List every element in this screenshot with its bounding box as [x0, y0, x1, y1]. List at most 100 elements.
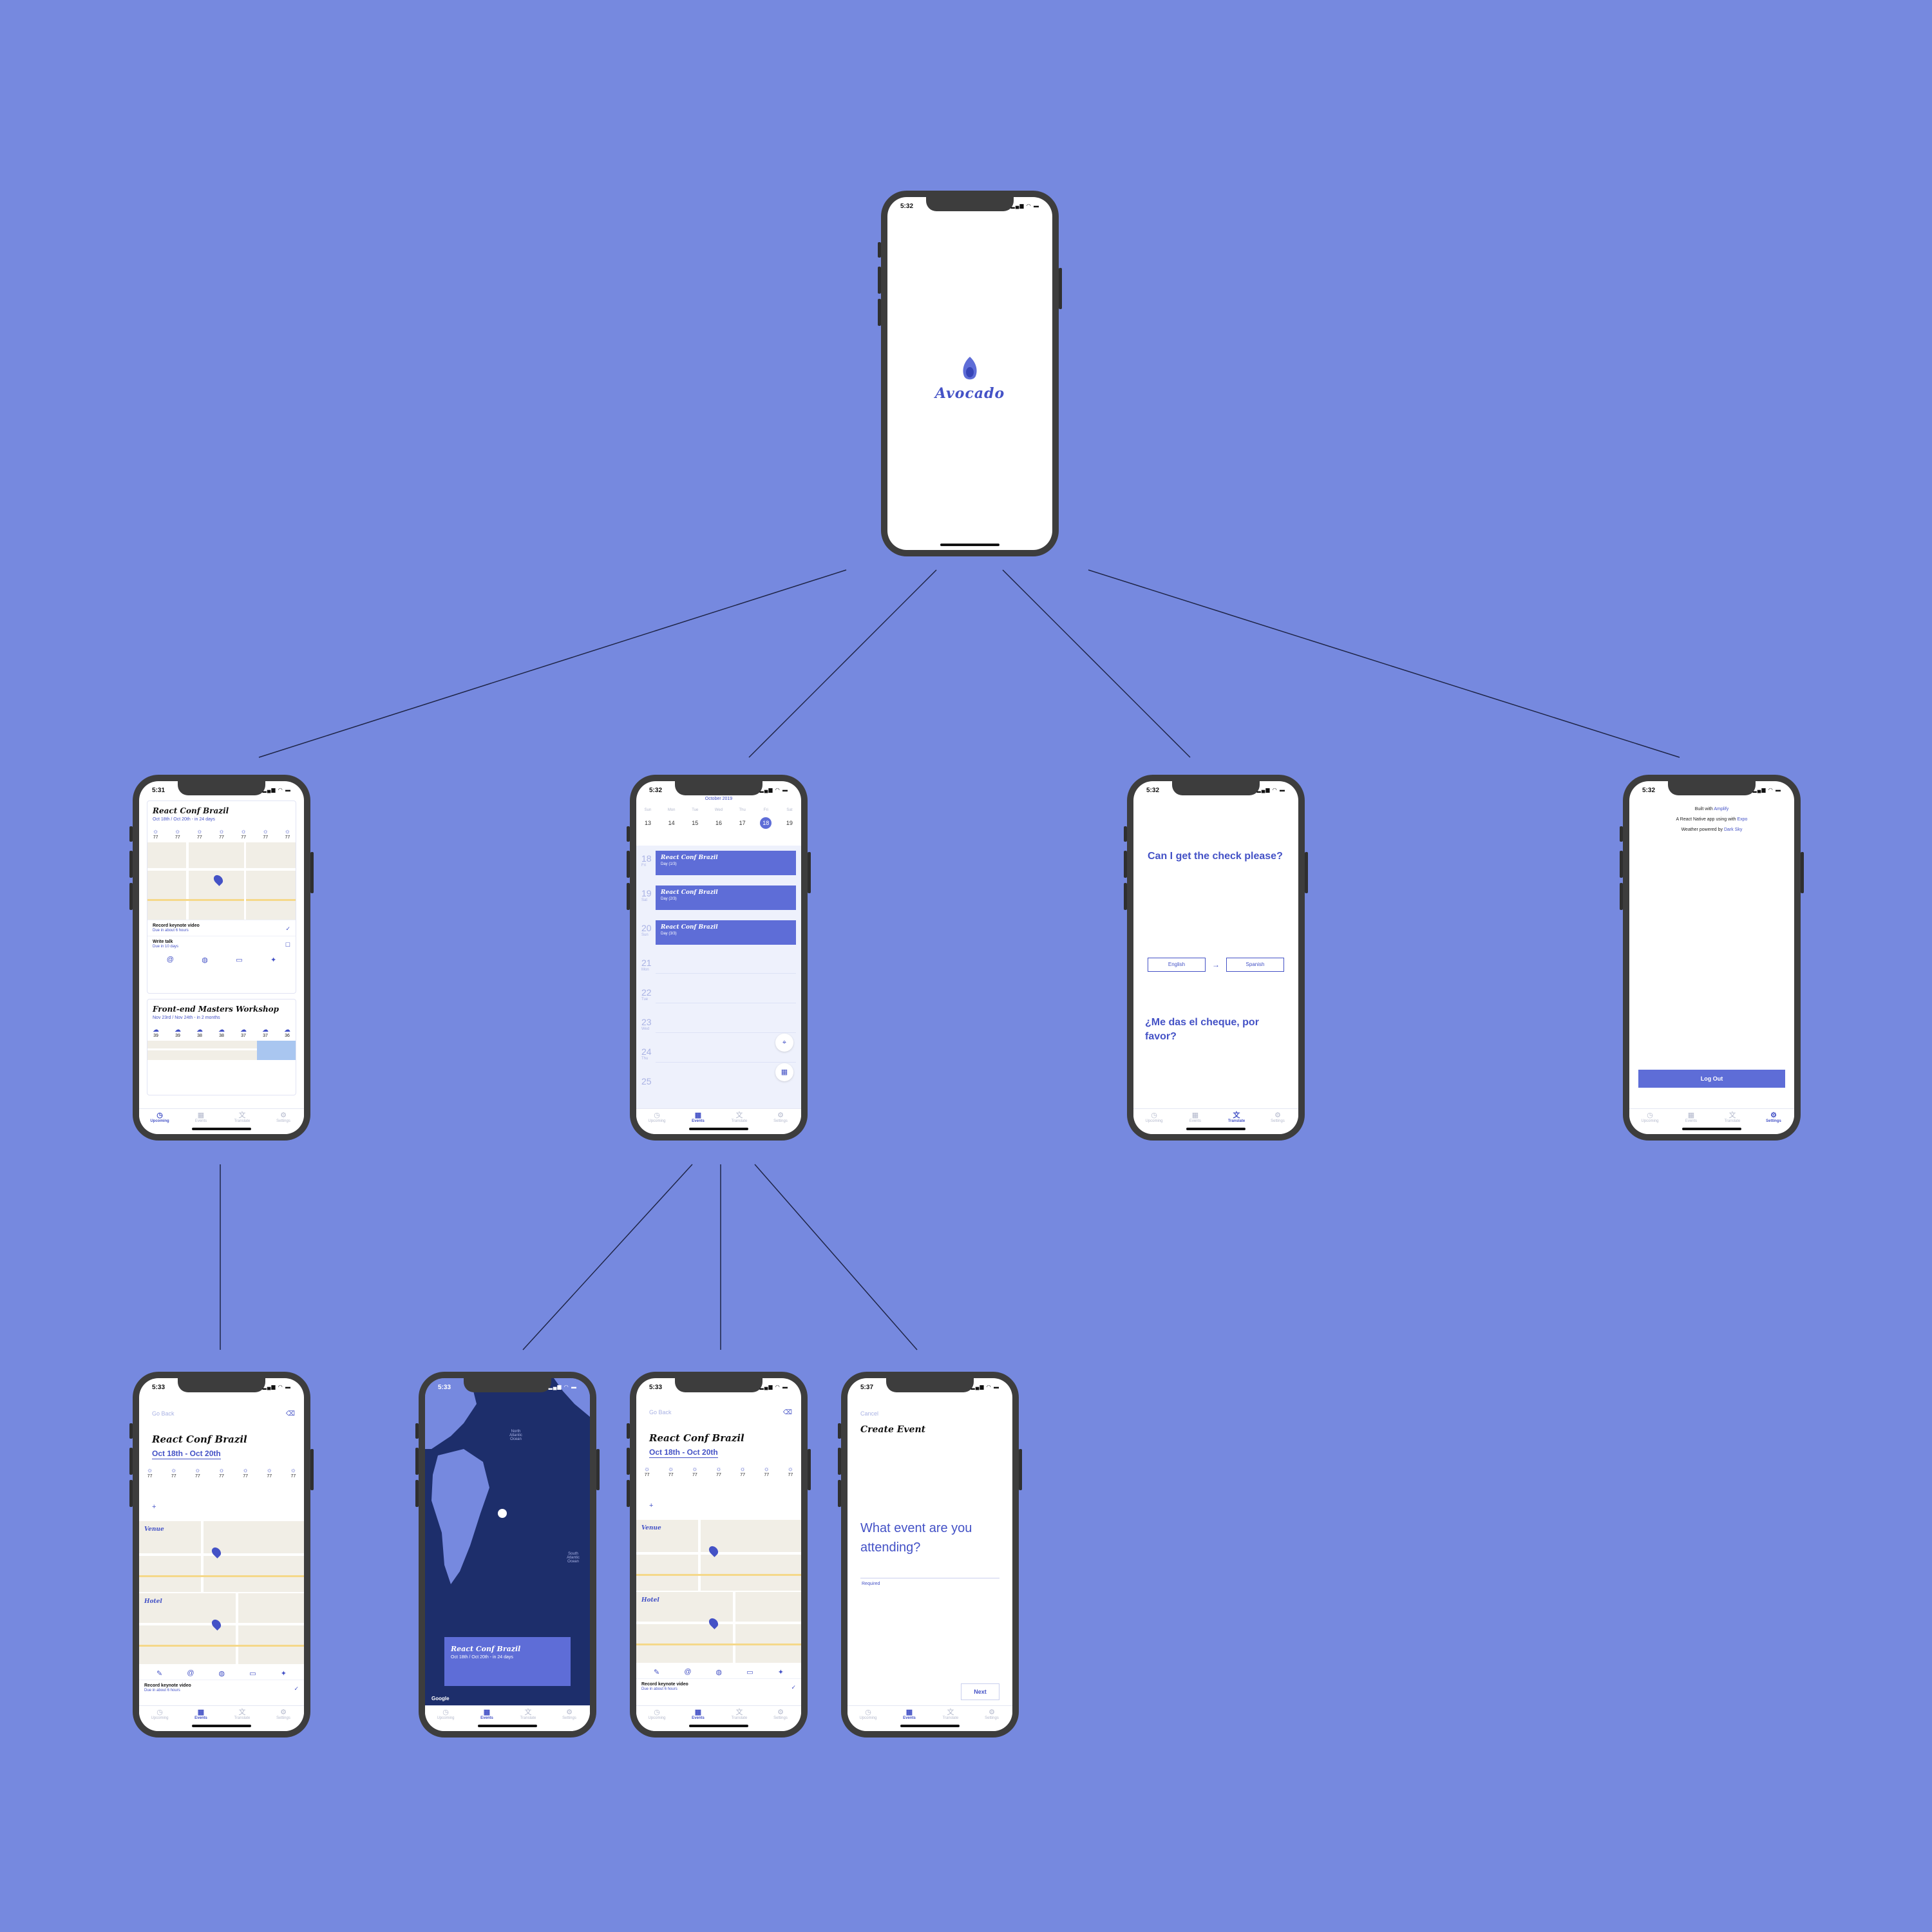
tab-settings[interactable]: ⚙ Settings	[1753, 1112, 1794, 1134]
event-map[interactable]	[147, 842, 296, 920]
checkbox-icon[interactable]: ☐	[285, 942, 290, 949]
tab-settings[interactable]: ⚙ Settings	[760, 1709, 801, 1731]
agenda-row: 20 Sun React Conf Brazil Day (3/3)	[636, 920, 801, 950]
event-dates[interactable]: Oct 18th - Oct 20th	[649, 1448, 718, 1458]
tab-translate[interactable]: 文 Translate	[1712, 1112, 1753, 1134]
expo-link[interactable]: Expo	[1737, 817, 1747, 822]
tab-upcoming[interactable]: ◷ Upcoming	[139, 1112, 180, 1134]
todo-item[interactable]: Record keynote video Due in about 6 hour…	[147, 920, 296, 936]
sun-icon: ☼	[284, 828, 290, 835]
hotel-map[interactable]: Hotel	[139, 1593, 304, 1664]
cancel-button[interactable]: Cancel	[860, 1410, 878, 1417]
calendar-event[interactable]: React Conf Brazil Day (3/3)	[656, 920, 796, 945]
tab-translate[interactable]: 文 Translate	[930, 1709, 971, 1731]
tab-settings[interactable]: ⚙ Settings	[760, 1112, 801, 1134]
location-pin-icon[interactable]	[210, 1618, 223, 1631]
event-dates[interactable]: Oct 18th - Oct 20th	[152, 1449, 221, 1459]
tab-events[interactable]: ▦ Events	[677, 1112, 719, 1134]
tab-events[interactable]: ▦ Events	[677, 1709, 719, 1731]
tab-bar: ◷ Upcoming ▦ Events 文 Translate ⚙ Settings	[636, 1705, 801, 1731]
delete-icon[interactable]: ⌫	[286, 1410, 295, 1417]
edit-icon[interactable]: ✎	[654, 1668, 659, 1676]
tab-settings[interactable]: ⚙ Settings	[549, 1709, 590, 1731]
check-icon[interactable]: ✓	[791, 1684, 796, 1691]
to-language-button[interactable]: Spanish	[1226, 958, 1284, 972]
go-back-button[interactable]: Go Back	[152, 1410, 175, 1417]
check-icon[interactable]: ✓	[294, 1685, 299, 1692]
logout-button[interactable]: Log Out	[1638, 1070, 1785, 1088]
ticket-icon[interactable]: ▭	[249, 1669, 256, 1678]
tab-settings[interactable]: ⚙ Settings	[263, 1709, 304, 1731]
translate-screen: 5:32 ▂▄▆ ◠ ▬ Can I get the check please?…	[1133, 781, 1298, 1134]
tab-upcoming[interactable]: ◷ Upcoming	[636, 1112, 677, 1134]
tab-events[interactable]: ▦ Events	[466, 1709, 507, 1731]
source-text[interactable]: Can I get the check please?	[1148, 849, 1284, 864]
location-pin-icon[interactable]	[707, 1544, 720, 1557]
amplify-link[interactable]: Amplify	[1714, 807, 1728, 811]
globe-icon[interactable]: ◍	[716, 1668, 723, 1676]
selected-date[interactable]: 18	[760, 817, 772, 829]
todo-item[interactable]: Write talk Due in 10 days ☐	[147, 936, 296, 952]
go-back-button[interactable]: Go Back	[649, 1409, 672, 1416]
next-button[interactable]: Next	[961, 1683, 999, 1700]
location-pin-icon[interactable]	[210, 1546, 223, 1558]
tab-events[interactable]: ▦ Events	[889, 1709, 930, 1731]
email-icon[interactable]: @	[187, 1669, 194, 1678]
twitter-icon[interactable]: ✦	[281, 1669, 287, 1678]
tab-translate[interactable]: 文 Translate	[719, 1112, 760, 1134]
tab-translate[interactable]: 文 Translate	[507, 1709, 549, 1731]
event-map-card[interactable]: React Conf Brazil Oct 18th / Oct 20th - …	[444, 1637, 571, 1686]
tab-translate[interactable]: 文 Translate	[719, 1709, 760, 1731]
tab-events[interactable]: ▦ Events	[180, 1112, 222, 1134]
sun-icon: ☼	[668, 1466, 674, 1473]
tab-translate[interactable]: 文 Translate	[222, 1709, 263, 1731]
add-icon[interactable]: +	[152, 1503, 156, 1511]
darksky-link[interactable]: Dark Sky	[1724, 828, 1742, 832]
tab-upcoming[interactable]: ◷ Upcoming	[139, 1709, 180, 1731]
tab-events[interactable]: ▦ Events	[1671, 1112, 1712, 1134]
map-fab-icon[interactable]: ⌖	[775, 1034, 793, 1052]
delete-icon[interactable]: ⌫	[783, 1409, 792, 1416]
tab-settings[interactable]: ⚙ Settings	[1257, 1112, 1298, 1134]
edit-icon[interactable]: ✎	[156, 1669, 162, 1678]
todo-item[interactable]: Record keynote video Due in about 6 hour…	[139, 1680, 304, 1696]
tab-settings[interactable]: ⚙ Settings	[971, 1709, 1012, 1731]
tab-translate[interactable]: 文 Translate	[222, 1112, 263, 1134]
phone-event-detail-2: 5:33 ▂▄▆ ◠ ▬ Go Back ⌫ React Conf Brazil…	[627, 1372, 811, 1738]
todo-item[interactable]: Record keynote video Due in about 6 hour…	[636, 1678, 801, 1694]
event-map[interactable]	[147, 1041, 296, 1060]
ticket-icon[interactable]: ▭	[236, 956, 242, 964]
from-language-button[interactable]: English	[1148, 958, 1206, 972]
tab-translate[interactable]: 文 Translate	[1216, 1112, 1257, 1134]
globe-icon[interactable]: ◍	[219, 1669, 225, 1678]
tab-settings[interactable]: ⚙ Settings	[263, 1112, 304, 1134]
ocean-label: South Atlantic Ocean	[567, 1552, 580, 1564]
hotel-map[interactable]: Hotel	[636, 1592, 801, 1663]
tab-upcoming[interactable]: ◷ Upcoming	[848, 1709, 889, 1731]
tab-upcoming[interactable]: ◷ Upcoming	[1133, 1112, 1175, 1134]
agenda-row: 19 Sat React Conf Brazil Day (2/3)	[636, 886, 801, 915]
email-icon[interactable]: @	[684, 1668, 691, 1676]
event-card[interactable]: Front-end Masters Workshop Nov 23rd / No…	[147, 999, 296, 1095]
location-pin-icon[interactable]	[212, 873, 225, 886]
venue-map[interactable]: Venue	[139, 1521, 304, 1592]
email-icon[interactable]: @	[167, 956, 174, 964]
tab-upcoming[interactable]: ◷ Upcoming	[425, 1709, 466, 1731]
globe-icon[interactable]: ◍	[202, 956, 208, 964]
tab-events[interactable]: ▦ Events	[180, 1709, 222, 1731]
add-icon[interactable]: +	[649, 1502, 653, 1510]
tab-upcoming[interactable]: ◷ Upcoming	[636, 1709, 677, 1731]
twitter-icon[interactable]: ✦	[270, 956, 276, 964]
event-card[interactable]: React Conf Brazil Oct 18th / Oct 20th - …	[147, 800, 296, 994]
add-event-fab-icon[interactable]: ▦	[775, 1063, 793, 1081]
tab-upcoming[interactable]: ◷ Upcoming	[1629, 1112, 1671, 1134]
calendar-event[interactable]: React Conf Brazil Day (2/3)	[656, 886, 796, 910]
location-pin-icon[interactable]	[707, 1616, 720, 1629]
check-icon[interactable]: ✓	[285, 925, 290, 933]
twitter-icon[interactable]: ✦	[778, 1668, 784, 1676]
venue-map[interactable]: Venue	[636, 1520, 801, 1591]
ticket-icon[interactable]: ▭	[746, 1668, 753, 1676]
calendar-event[interactable]: React Conf Brazil Day (1/3)	[656, 851, 796, 875]
tab-events[interactable]: ▦ Events	[1175, 1112, 1216, 1134]
status-time: 5:31	[152, 787, 166, 794]
